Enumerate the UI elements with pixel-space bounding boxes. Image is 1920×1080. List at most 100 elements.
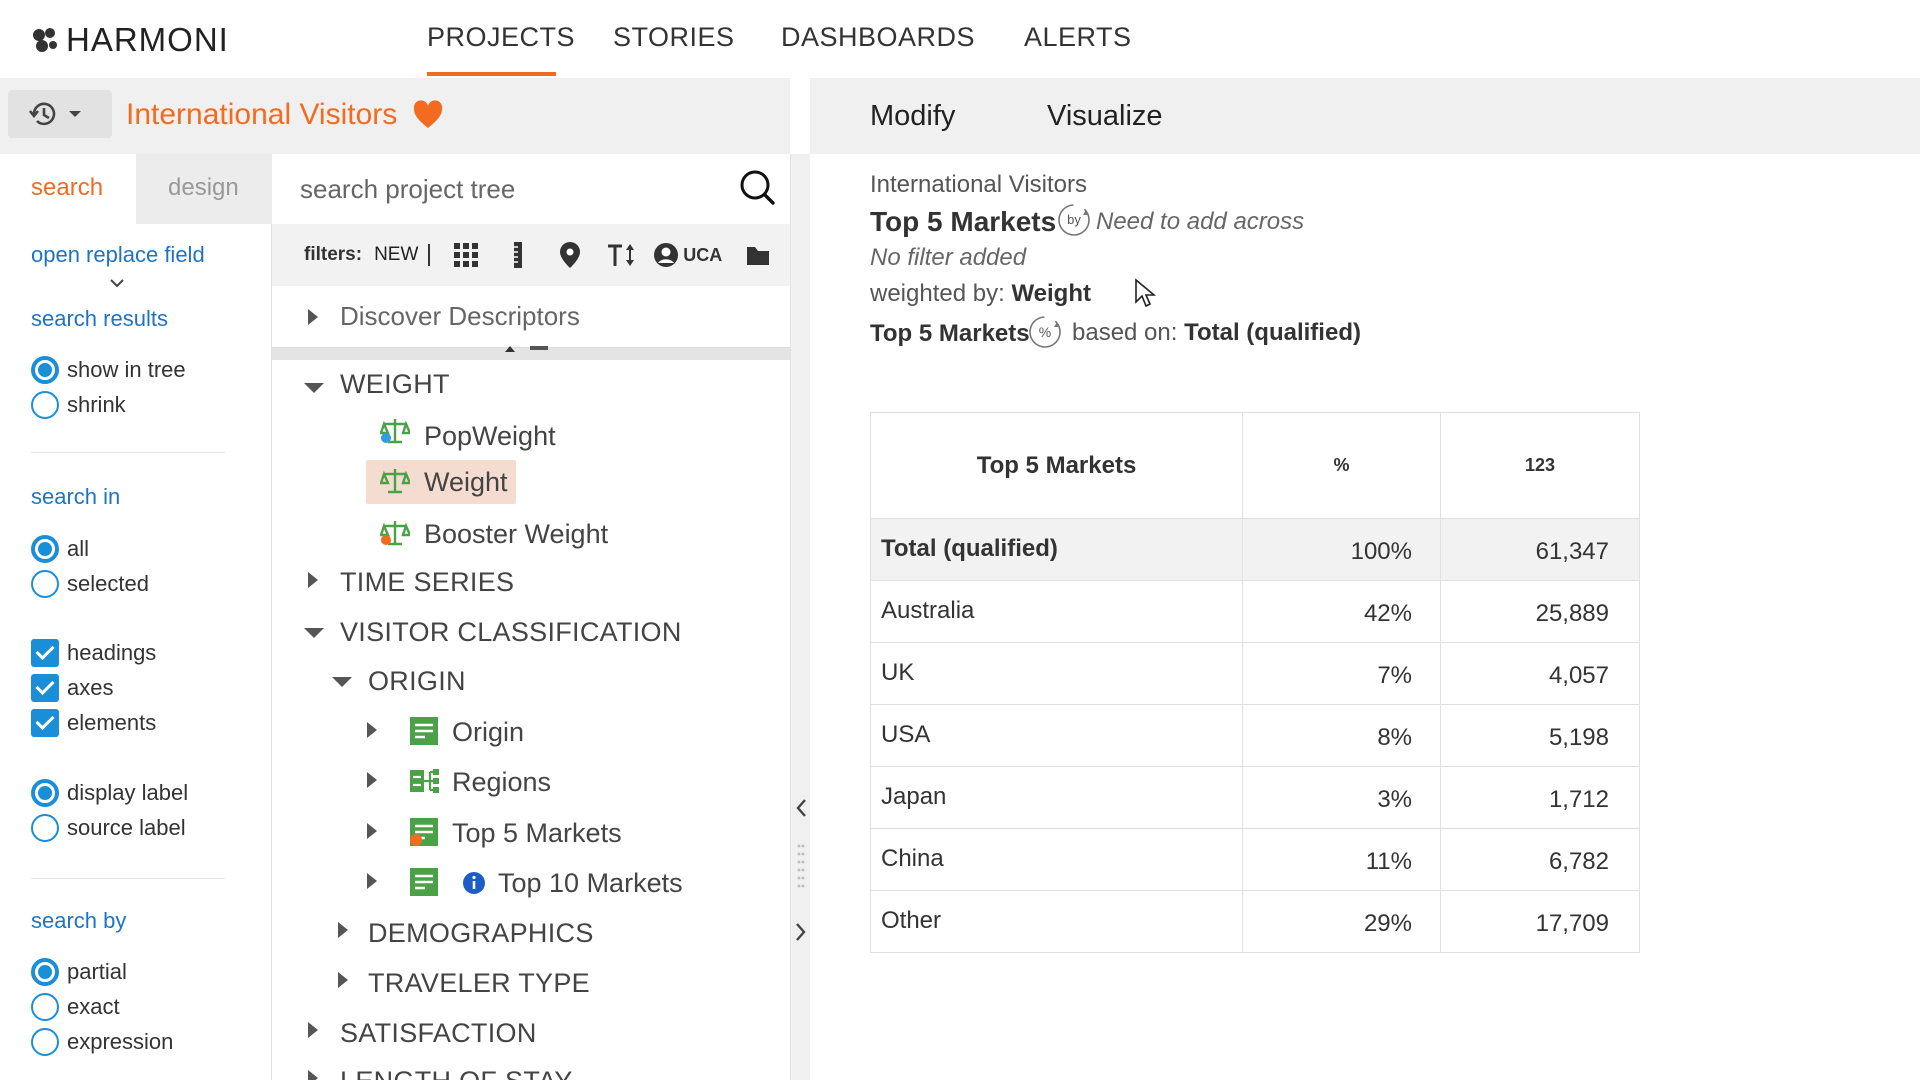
- radio-button[interactable]: [31, 993, 59, 1021]
- chevron-down-icon[interactable]: [110, 278, 124, 288]
- header-percent[interactable]: %: [1242, 412, 1441, 519]
- header-variable[interactable]: Top 5 Markets: [870, 412, 1243, 519]
- collapse-arrow-icon[interactable]: [332, 677, 352, 687]
- nav-tab-alerts[interactable]: ALERTS: [1024, 22, 1132, 53]
- radio-button[interactable]: [31, 391, 59, 419]
- weight-icon: [379, 416, 412, 451]
- checkbox-headings[interactable]: headings: [31, 638, 156, 668]
- nav-tab-stories[interactable]: STORIES: [613, 22, 735, 53]
- based-on-row[interactable]: based on: Total (qualified): [1072, 319, 1361, 347]
- tree-item-booster-weight[interactable]: Booster Weight: [424, 514, 608, 554]
- checkbox[interactable]: [31, 674, 59, 702]
- expand-arrow-icon[interactable]: [308, 1070, 318, 1080]
- tab-modify[interactable]: Modify: [870, 100, 955, 133]
- folder-icon[interactable]: [738, 235, 778, 275]
- expand-arrow-icon[interactable]: [338, 922, 348, 938]
- tree-group-origin[interactable]: ORIGIN: [368, 661, 466, 701]
- open-replace-field-link[interactable]: open replace field: [31, 242, 205, 268]
- expand-arrow-icon[interactable]: [338, 972, 348, 988]
- by-badge[interactable]: by: [1056, 202, 1092, 245]
- expand-arrow-icon[interactable]: [367, 823, 377, 839]
- tree-item-top-10-markets[interactable]: Top 10 Markets: [498, 863, 683, 903]
- checkbox-axes[interactable]: axes: [31, 673, 113, 703]
- tab-visualize[interactable]: Visualize: [1047, 100, 1163, 133]
- expand-arrow-icon[interactable]: [367, 772, 377, 788]
- text-size-icon[interactable]: [602, 235, 642, 275]
- ruler-icon[interactable]: [498, 235, 538, 275]
- row-label: Total (qualified): [870, 518, 1243, 581]
- heart-icon[interactable]: [412, 100, 444, 130]
- nav-tab-projects[interactable]: PROJECTS: [427, 22, 575, 53]
- tree-group-weight[interactable]: WEIGHT: [340, 364, 450, 404]
- collapse-arrow-icon[interactable]: [304, 383, 324, 393]
- tree-item-top-5-markets[interactable]: Top 5 Markets: [452, 813, 622, 853]
- weighted-by-row[interactable]: weighted by: Weight: [870, 280, 1091, 308]
- tree-group-length-of-stay[interactable]: LENGTH OF STAY: [340, 1061, 573, 1080]
- search-input[interactable]: [300, 168, 720, 210]
- radio-show-in-tree[interactable]: show in tree: [31, 355, 186, 385]
- grid-icon[interactable]: [446, 235, 486, 275]
- radio-expression[interactable]: expression: [31, 1027, 173, 1057]
- radio-display-label[interactable]: display label: [31, 778, 188, 808]
- tree-group-time-series[interactable]: TIME SERIES: [340, 562, 514, 602]
- filter-uca-button[interactable]: UCA: [653, 242, 722, 268]
- mouse-cursor-icon: [1135, 278, 1156, 308]
- radio-selected[interactable]: selected: [31, 569, 149, 599]
- resize-handle[interactable]: [272, 346, 790, 360]
- expand-arrow-icon[interactable]: [308, 572, 318, 588]
- option-label: elements: [67, 710, 157, 735]
- radio-exact[interactable]: exact: [31, 992, 120, 1022]
- harmoni-logo[interactable]: HARMONI: [30, 20, 229, 60]
- expand-arrow-icon[interactable]: [308, 1022, 318, 1038]
- tree-group-traveler-type[interactable]: TRAVELER TYPE: [368, 963, 590, 1003]
- tree-item-popweight[interactable]: PopWeight: [424, 416, 556, 456]
- drag-handle-icon[interactable]: [797, 842, 805, 902]
- tree-item-origin[interactable]: Origin: [452, 712, 524, 752]
- tree-group-visitor-classification[interactable]: VISITOR CLASSIFICATION: [340, 612, 682, 652]
- expand-arrow-icon[interactable]: [308, 309, 318, 325]
- radio-button[interactable]: [31, 535, 59, 563]
- base-variable: Top 5 Markets: [870, 320, 1030, 347]
- app-root: HARMONI PROJECTS STORIES DASHBOARDS ALER…: [0, 0, 1920, 1080]
- collapse-arrow-icon[interactable]: [304, 628, 324, 638]
- radio-partial[interactable]: partial: [31, 957, 127, 987]
- search-icon[interactable]: [738, 168, 778, 208]
- expand-arrow-icon[interactable]: [367, 722, 377, 738]
- tree-group-demographics[interactable]: DEMOGRAPHICS: [368, 913, 594, 953]
- tree-item-regions[interactable]: Regions: [452, 762, 551, 802]
- option-label: exact: [67, 994, 120, 1019]
- checkbox-elements[interactable]: elements: [31, 708, 156, 738]
- radio-button[interactable]: [31, 958, 59, 986]
- percent-badge[interactable]: %: [1027, 314, 1063, 357]
- radio-button[interactable]: [31, 570, 59, 598]
- nav-tab-dashboards[interactable]: DASHBOARDS: [781, 22, 975, 53]
- base-row[interactable]: Top 5 Markets: [870, 320, 1030, 348]
- tree-group-satisfaction[interactable]: SATISFACTION: [340, 1013, 537, 1053]
- radio-shrink[interactable]: shrink: [31, 390, 126, 420]
- checkbox[interactable]: [31, 639, 59, 667]
- header-count[interactable]: 123: [1440, 412, 1640, 519]
- expand-arrow-icon[interactable]: [367, 873, 377, 889]
- checkbox[interactable]: [31, 709, 59, 737]
- radio-button[interactable]: [31, 814, 59, 842]
- filter-new-button[interactable]: NEW: [374, 244, 431, 266]
- discover-descriptors[interactable]: Discover Descriptors: [272, 286, 790, 348]
- row-label: UK: [870, 642, 1243, 705]
- radio-button[interactable]: [31, 779, 59, 807]
- radio-button[interactable]: [31, 356, 59, 384]
- radio-source-label[interactable]: source label: [31, 813, 186, 843]
- radio-button[interactable]: [31, 1028, 59, 1056]
- tree-item-weight[interactable]: Weight: [424, 462, 508, 502]
- pin-icon[interactable]: [550, 235, 590, 275]
- across-hint[interactable]: Need to add across: [1096, 208, 1304, 236]
- filter-status[interactable]: No filter added: [870, 244, 1026, 272]
- expand-right-icon[interactable]: [795, 922, 807, 942]
- info-icon[interactable]: [462, 871, 486, 900]
- row-percent: 29%: [1242, 890, 1441, 953]
- collapse-left-icon[interactable]: [795, 798, 807, 818]
- tab-search[interactable]: search: [0, 154, 136, 224]
- tab-design[interactable]: design: [136, 154, 272, 224]
- radio-all[interactable]: all: [31, 534, 89, 564]
- history-button[interactable]: [8, 90, 112, 138]
- panel-splitter[interactable]: [790, 154, 810, 1080]
